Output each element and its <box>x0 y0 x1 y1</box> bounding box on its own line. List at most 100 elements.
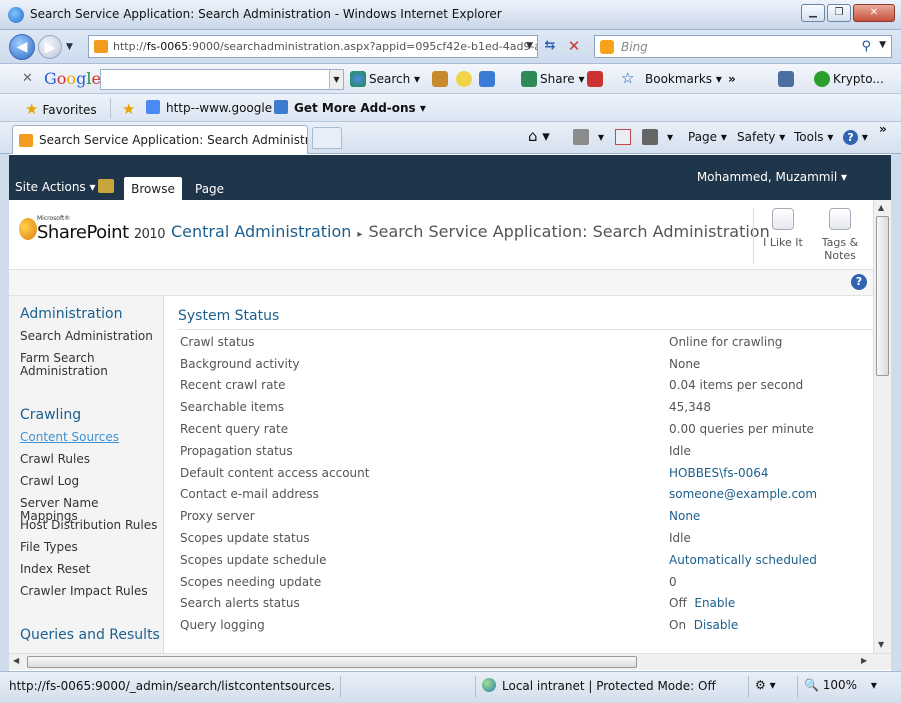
print-dropdown-icon[interactable]: ▾ <box>667 130 673 144</box>
status-label: Recent query rate <box>180 422 289 436</box>
google-search-button[interactable]: Search ▾ <box>369 72 420 86</box>
breadcrumb-root-link[interactable]: Central Administration <box>171 222 351 241</box>
tab-browse[interactable]: Browse <box>124 177 182 201</box>
navigate-up-icon[interactable] <box>98 179 114 193</box>
nav-heading-administration[interactable]: Administration <box>20 306 122 322</box>
scroll-right-icon[interactable]: ▶ <box>861 656 867 665</box>
proxy-server-link[interactable]: None <box>669 509 700 523</box>
home-icon[interactable]: ⌂ ▾ <box>528 127 550 145</box>
close-button[interactable]: ✕ <box>853 4 895 22</box>
user-menu[interactable]: Mohammed, Muzammil ▾ <box>697 170 847 184</box>
enable-alerts-link[interactable]: Enable <box>694 596 735 610</box>
nav-crawl-log[interactable]: Crawl Log <box>20 475 160 488</box>
wrench-icon[interactable] <box>778 71 794 87</box>
horizontal-scroll-thumb[interactable] <box>27 656 637 668</box>
share-button[interactable]: Share ▾ <box>540 72 584 86</box>
forward-button[interactable]: ▶ <box>38 35 62 59</box>
zoom-level[interactable]: 🔍 100% ▾ <box>804 678 877 692</box>
status-label: Default content access account <box>180 466 370 480</box>
lightbulb-icon[interactable] <box>456 71 472 87</box>
pencil-icon[interactable] <box>432 71 448 87</box>
address-dropdown-icon[interactable]: ▼ <box>526 36 533 57</box>
popup-blocker-icon[interactable] <box>587 71 603 87</box>
vertical-scroll-thumb[interactable] <box>876 216 889 376</box>
window-title: Search Service Application: Search Admin… <box>30 7 502 21</box>
nav-host-distribution-rules[interactable]: Host Distribution Rules <box>20 519 160 532</box>
status-value: None <box>669 357 701 371</box>
scroll-up-icon[interactable]: ▲ <box>878 203 884 212</box>
address-bar[interactable]: http://fs-0065:9000/searchadministration… <box>88 35 538 58</box>
print-icon[interactable] <box>642 129 658 145</box>
feeds-icon[interactable] <box>573 129 589 145</box>
nav-crawl-rules[interactable]: Crawl Rules <box>20 453 160 466</box>
nav-search-administration[interactable]: Search Administration <box>20 330 160 343</box>
google-search-input[interactable]: ▼ <box>100 69 344 90</box>
stop-icon[interactable]: ✕ <box>565 37 583 55</box>
scopes-schedule-link[interactable]: Automatically scheduled <box>669 553 817 567</box>
protected-mode-icon[interactable]: ⚙ ▾ <box>755 678 776 692</box>
scroll-down-icon[interactable]: ▼ <box>878 640 884 649</box>
nav-heading-queries-results[interactable]: Queries and Results <box>20 627 160 643</box>
minimize-button[interactable]: ▁ <box>801 4 825 22</box>
sharepoint-ribbon: Site Actions ▾ Browse Page Mohammed, Muz… <box>9 155 891 201</box>
search-icon[interactable]: ⚲ <box>861 39 871 54</box>
refresh-icon[interactable]: ⇆ <box>541 38 559 56</box>
url-prefix: http:// <box>113 40 147 53</box>
tab-current[interactable]: Search Service Application: Search Admin… <box>12 125 308 154</box>
bookmarks-button[interactable]: Bookmarks ▾ <box>645 72 722 86</box>
scroll-left-icon[interactable]: ◀ <box>13 656 19 665</box>
tab-page[interactable]: Page <box>195 182 224 196</box>
status-label: Proxy server <box>180 509 255 523</box>
nav-crawler-impact-rules[interactable]: Crawler Impact Rules <box>20 585 160 598</box>
status-value: On <box>669 618 687 632</box>
favorites-button[interactable]: ★ Favorites <box>25 100 97 118</box>
nav-content-sources[interactable]: Content Sources <box>20 431 160 444</box>
like-icon <box>772 208 794 230</box>
tags-icon <box>829 208 851 230</box>
add-favorite-icon[interactable]: ★ <box>122 100 139 118</box>
status-value: Idle <box>669 531 691 545</box>
horizontal-scrollbar[interactable]: ◀ ▶ <box>9 653 891 670</box>
status-value: Off <box>669 596 687 610</box>
google-search-dropdown-icon[interactable]: ▼ <box>329 70 343 89</box>
mail-icon[interactable] <box>615 129 631 145</box>
page-title: Search Service Application: Search Admin… <box>368 222 770 241</box>
page-favicon-icon <box>94 40 108 53</box>
contact-email-link[interactable]: someone@example.com <box>669 487 817 501</box>
tags-notes-button[interactable]: Tags & Notes <box>813 206 867 266</box>
disable-logging-link[interactable]: Disable <box>694 618 739 632</box>
more-commands-button[interactable]: » <box>879 122 887 136</box>
vertical-scrollbar[interactable]: ▲ ▼ <box>873 200 891 653</box>
search-options-dropdown-icon[interactable]: ▼ <box>879 40 886 50</box>
nav-farm-search-administration[interactable]: Farm Search Administration <box>20 352 130 378</box>
divider <box>475 676 476 698</box>
tools-menu[interactable]: Tools ▾ <box>794 130 833 144</box>
back-button[interactable]: ◀ <box>9 34 35 60</box>
window-controls: ▁ ❐ ✕ <box>801 4 895 22</box>
more-tools-button[interactable]: » <box>728 72 736 86</box>
safety-menu[interactable]: Safety ▾ <box>737 130 785 144</box>
new-tab-button[interactable] <box>312 127 342 149</box>
nav-index-reset[interactable]: Index Reset <box>20 563 160 576</box>
toolbar-close-icon[interactable]: ✕ <box>22 71 33 86</box>
nav-heading-crawling[interactable]: Crawling <box>20 407 81 423</box>
feeds-dropdown-icon[interactable]: ▾ <box>598 130 604 144</box>
history-dropdown-icon[interactable]: ▼ <box>66 42 73 52</box>
plus-icon[interactable] <box>479 71 495 87</box>
bing-search-box[interactable]: Bing ⚲ ▼ <box>594 35 892 58</box>
page-menu[interactable]: Page ▾ <box>688 130 727 144</box>
security-zone[interactable]: Local intranet | Protected Mode: Off <box>482 678 716 693</box>
breadcrumb: Central Administration ▸ Search Service Ap… <box>171 222 770 241</box>
nav-file-types[interactable]: File Types <box>20 541 160 554</box>
get-more-addons-link[interactable]: Get More Add-ons ▾ <box>274 100 426 115</box>
tab-title: Search Service Application: Search Admin… <box>39 133 307 147</box>
favorite-link-google[interactable]: http--www.google <box>146 100 272 115</box>
status-value: 45,348 <box>669 400 711 414</box>
site-actions-menu[interactable]: Site Actions ▾ <box>15 180 96 194</box>
krypto-button[interactable]: Krypto... <box>833 72 884 86</box>
help-menu[interactable]: ? ▾ <box>843 130 868 145</box>
i-like-it-button[interactable]: I Like It <box>756 206 810 266</box>
maximize-button[interactable]: ❐ <box>827 4 851 22</box>
page-help-icon[interactable]: ? <box>851 274 867 290</box>
content-access-account-link[interactable]: HOBBES\fs-0064 <box>669 466 769 480</box>
